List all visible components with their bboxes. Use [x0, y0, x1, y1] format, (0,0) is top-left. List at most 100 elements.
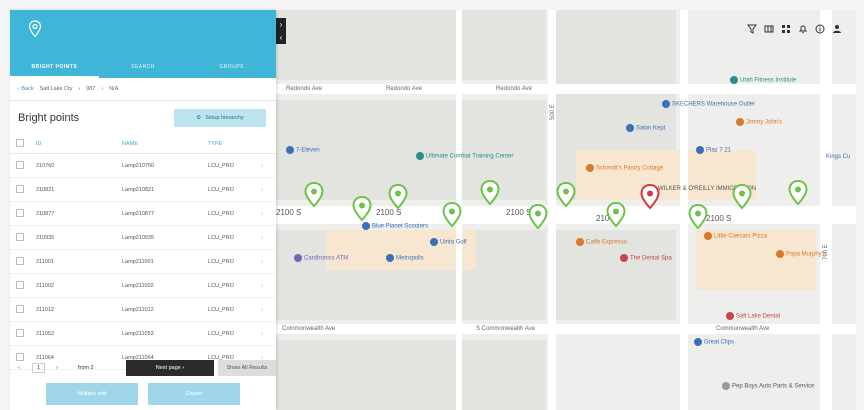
lamp-marker[interactable] — [388, 183, 408, 210]
row-checkbox[interactable] — [16, 208, 24, 217]
table-row[interactable]: 211053 Lamp211053 LCU_PRO › — [10, 321, 276, 346]
chevron-right-icon[interactable]: › — [260, 249, 276, 274]
chevron-right-icon[interactable]: › — [260, 273, 276, 298]
tab-groups[interactable]: GROUPS — [187, 58, 276, 78]
poi-label: Utah Fitness Institute — [740, 77, 797, 84]
row-checkbox[interactable] — [16, 256, 24, 265]
breadcrumb-item[interactable]: N/A — [109, 86, 118, 92]
poi-label: Jimmy John's — [746, 119, 783, 126]
poi[interactable]: Jimmy John's — [736, 118, 782, 126]
poi-label: 7-Eleven — [296, 147, 320, 154]
poi[interactable]: Cardtronics ATM — [294, 254, 348, 262]
map-commercial-area — [576, 150, 756, 200]
column-header-type[interactable]: TYPE — [207, 135, 260, 154]
chevron-right-icon[interactable]: › — [260, 321, 276, 346]
header-spacer — [260, 135, 276, 154]
select-all-checkbox[interactable] — [16, 139, 24, 147]
tab-search[interactable]: SEARCH — [99, 58, 188, 78]
map-view[interactable]: Redondo Ave Redondo Ave Redondo Ave 2100… — [276, 10, 856, 410]
lamp-marker[interactable] — [732, 183, 752, 210]
row-checkbox[interactable] — [16, 184, 24, 193]
next-page-button[interactable]: Next page › — [126, 360, 214, 376]
poi-label: Salon Kept — [636, 125, 666, 132]
row-checkbox[interactable] — [16, 160, 24, 169]
poi[interactable]: Pep Boys Auto Parts & Service — [722, 382, 814, 390]
lamp-marker[interactable] — [304, 181, 324, 208]
poi[interactable]: Caffe Expresso — [576, 238, 627, 246]
cell-type: LCU_PRO — [207, 153, 260, 178]
map-pin-icon — [688, 203, 708, 230]
lamp-marker[interactable] — [606, 201, 626, 228]
collapse-panel-handle[interactable]: › ‹ — [276, 18, 286, 44]
poi[interactable]: Blue Planet Scooters — [362, 222, 428, 230]
cell-id: 210760 — [35, 153, 121, 178]
table-row[interactable]: 211012 Lamp211012 LCU_PRO › — [10, 297, 276, 322]
cell-type: LCU_PRO — [207, 225, 260, 250]
breadcrumb-item[interactable]: Salt Lake Cty — [40, 86, 73, 92]
column-header-id[interactable]: ID — [35, 135, 121, 154]
cell-id: 210935 — [35, 225, 121, 250]
setup-hierarchy-button[interactable]: ⚙ Setup hierarchy — [174, 109, 266, 127]
poi[interactable]: Great Clips — [694, 338, 734, 346]
table-row[interactable]: 210821 Lamp210821 LCU_PRO › — [10, 177, 276, 202]
poi[interactable]: Salt Lake Dental — [726, 312, 780, 320]
lamp-marker[interactable] — [788, 179, 808, 206]
row-select-cell — [10, 177, 35, 202]
back-link[interactable]: ‹ Back — [18, 86, 34, 92]
lamp-marker[interactable] — [480, 179, 500, 206]
prev-page-icon[interactable]: ‹ — [18, 365, 20, 371]
poi[interactable]: Ultimate Combat Training Center — [416, 152, 513, 160]
row-checkbox[interactable] — [16, 304, 24, 313]
export-button[interactable]: Export — [148, 383, 240, 405]
poi[interactable]: SKECHERS Warehouse Outlet — [662, 100, 755, 108]
lamp-marker[interactable] — [442, 201, 462, 228]
poi[interactable]: Papa Murphy's — [776, 250, 826, 258]
poi[interactable]: Kings Cu — [826, 154, 850, 160]
table-row[interactable]: 211002 Lamp211002 LCU_PRO › — [10, 273, 276, 298]
table-row[interactable]: 211001 Lamp211001 LCU_PRO › — [10, 249, 276, 274]
poi[interactable]: Little Caesars Pizza — [704, 232, 767, 240]
table-row[interactable]: 210935 Lamp210935 LCU_PRO › — [10, 225, 276, 250]
chevron-right-icon[interactable]: › — [260, 177, 276, 202]
show-all-results-button[interactable]: Show All Results — [218, 360, 276, 376]
page-number-input[interactable]: 1 — [32, 363, 46, 373]
row-checkbox[interactable] — [16, 280, 24, 289]
breadcrumb-item[interactable]: 987 — [86, 86, 95, 92]
poi[interactable]: Utah Fitness Institute — [730, 76, 796, 84]
row-select-cell — [10, 201, 35, 226]
poi[interactable]: Plaz 7 21 — [696, 146, 731, 154]
poi[interactable]: The Dental Spa — [620, 254, 672, 262]
chevron-right-icon: › — [182, 365, 185, 371]
row-checkbox[interactable] — [16, 232, 24, 241]
lamp-marker-selected[interactable] — [640, 183, 660, 210]
grid-icon[interactable] — [781, 24, 791, 34]
chevron-right-icon[interactable]: › — [260, 297, 276, 322]
map-pin-icon — [442, 201, 462, 228]
lamp-marker[interactable] — [352, 195, 372, 222]
bell-icon[interactable] — [798, 24, 808, 34]
lamp-marker[interactable] — [528, 203, 548, 230]
info-icon[interactable] — [815, 24, 825, 34]
tab-bright-points[interactable]: BRIGHT POINTS — [10, 58, 99, 78]
chevron-right-icon[interactable]: › — [260, 225, 276, 250]
row-select-cell — [10, 249, 35, 274]
map-layers-icon[interactable] — [764, 24, 774, 34]
lamp-marker[interactable] — [688, 203, 708, 230]
table-row[interactable]: 210760 Lamp210760 LCU_PRO › — [10, 153, 276, 178]
poi[interactable]: Schmidt's Pastry Cottage — [586, 164, 663, 172]
multiple-edit-button[interactable]: Multiple edit — [46, 383, 138, 405]
poi[interactable]: 7-Eleven — [286, 146, 320, 154]
chevron-right-icon[interactable]: › — [260, 201, 276, 226]
poi-icon — [730, 76, 738, 84]
lamp-marker[interactable] — [556, 181, 576, 208]
column-header-name[interactable]: NAME — [121, 135, 207, 154]
table-row[interactable]: 210877 Lamp210877 LCU_PRO › — [10, 201, 276, 226]
row-checkbox[interactable] — [16, 328, 24, 337]
poi[interactable]: Salon Kept — [626, 124, 665, 132]
filter-icon[interactable] — [747, 24, 757, 34]
poi[interactable]: Uinta Golf — [430, 238, 467, 246]
poi[interactable]: Metropolis — [386, 254, 424, 262]
user-icon[interactable] — [832, 24, 842, 34]
next-page-icon[interactable]: › — [56, 365, 58, 371]
chevron-right-icon[interactable]: › — [260, 153, 276, 178]
